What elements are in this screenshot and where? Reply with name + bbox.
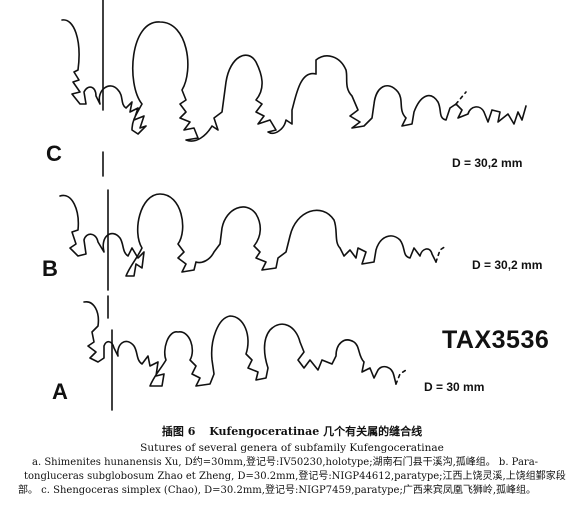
row-label-c: C [46, 141, 62, 166]
figure-number: 插图 6 [161, 425, 196, 438]
suture-dash-b [435, 245, 447, 263]
suture-line-b [59, 193, 437, 277]
diameter-label-c: D = 30,2 mm [452, 156, 523, 170]
figure-caption: 插图 6 Kufengoceratinae 几个有关属的缝合线 Sutures … [18, 424, 566, 498]
specimen-label: TAX3536 [442, 326, 550, 354]
suture-line-c [61, 19, 527, 142]
suture-dash-a [395, 369, 407, 385]
suture-figure: C D = 30,2 mm B D = 30,2 mm A D = 30 mm … [0, 0, 576, 420]
caption-title-text: Kufengoceratinae 几个有关属的缝合线 [209, 425, 423, 438]
row-label-a: A [52, 379, 68, 404]
caption-line-3: 部。 c. Shengoceras simplex (Chao), D=30.2… [18, 485, 537, 496]
suture-drawings [59, 0, 527, 411]
caption-line-2: tongluceras subglobosum Zhao et Zheng, D… [24, 471, 566, 482]
diameter-label-a: D = 30 mm [424, 380, 485, 394]
caption-subtitle-en: Sutures of several genera of subfamily K… [140, 442, 444, 454]
suture-dash-c [455, 91, 467, 105]
diameter-label-b: D = 30,2 mm [472, 258, 543, 272]
caption-title: 插图 6 Kufengoceratinae 几个有关属的缝合线 [18, 424, 566, 440]
row-label-b: B [42, 256, 58, 281]
caption-line-1: a. Shimenites hunanensis Xu, D约=30mm,登记号… [32, 457, 539, 468]
suture-line-a [83, 301, 397, 387]
